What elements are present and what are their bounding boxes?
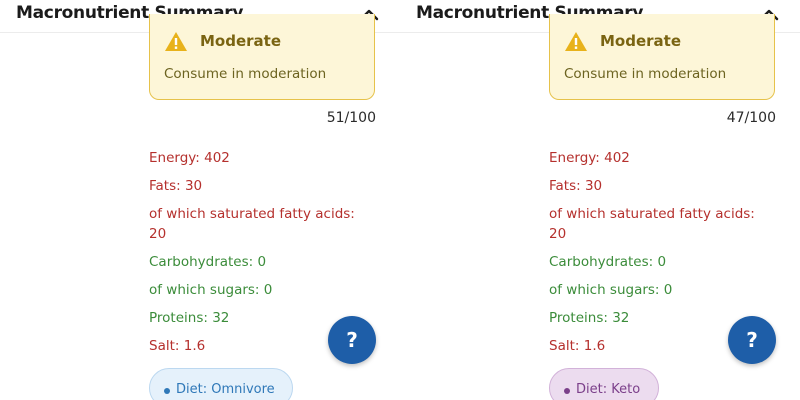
dot-icon: [164, 388, 170, 394]
diet-label: Diet: Keto: [576, 382, 641, 397]
warning-description: Consume in moderation: [164, 66, 327, 82]
saturated-fat-label: of which saturated fatty acids:: [549, 206, 755, 222]
diet-chip-keto[interactable]: Diet: Keto: [549, 368, 659, 400]
sugars-value: of which sugars: 0: [549, 282, 673, 298]
nutrition-score: 47/100: [726, 110, 776, 126]
warning-title: Moderate: [600, 32, 682, 50]
moderation-warning-card: Moderate Consume in moderation: [149, 14, 375, 100]
diet-label: Diet: Omnivore: [176, 382, 275, 397]
salt-value: Salt: 1.6: [149, 338, 206, 354]
warning-triangle-icon: [165, 32, 187, 51]
saturated-fat-label: of which saturated fatty acids:: [149, 206, 355, 222]
carbohydrates-value: Carbohydrates: 0: [549, 254, 667, 270]
proteins-value: Proteins: 32: [149, 310, 230, 326]
help-button[interactable]: ?: [328, 316, 376, 364]
sugars-value: of which sugars: 0: [149, 282, 273, 298]
salt-value: Salt: 1.6: [549, 338, 606, 354]
proteins-value: Proteins: 32: [549, 310, 630, 326]
saturated-fat-value: 20: [549, 226, 567, 242]
macronutrient-panel-right: Macronutrient Summary Moderate Consume i…: [400, 0, 800, 400]
warning-triangle-icon: [565, 32, 587, 51]
diet-chip-omnivore[interactable]: Diet: Omnivore: [149, 368, 293, 400]
warning-title: Moderate: [200, 32, 282, 50]
saturated-fat-value: 20: [149, 226, 167, 242]
help-button[interactable]: ?: [728, 316, 776, 364]
fats-value: Fats: 30: [549, 178, 603, 194]
macronutrient-panel-left: Macronutrient Summary Moderate Consume i…: [0, 0, 400, 400]
energy-value: Energy: 402: [149, 150, 230, 166]
energy-value: Energy: 402: [549, 150, 630, 166]
warning-description: Consume in moderation: [564, 66, 727, 82]
dot-icon: [564, 388, 570, 394]
fats-value: Fats: 30: [149, 178, 203, 194]
moderation-warning-card: Moderate Consume in moderation: [549, 14, 775, 100]
carbohydrates-value: Carbohydrates: 0: [149, 254, 267, 270]
nutrition-score: 51/100: [326, 110, 376, 126]
